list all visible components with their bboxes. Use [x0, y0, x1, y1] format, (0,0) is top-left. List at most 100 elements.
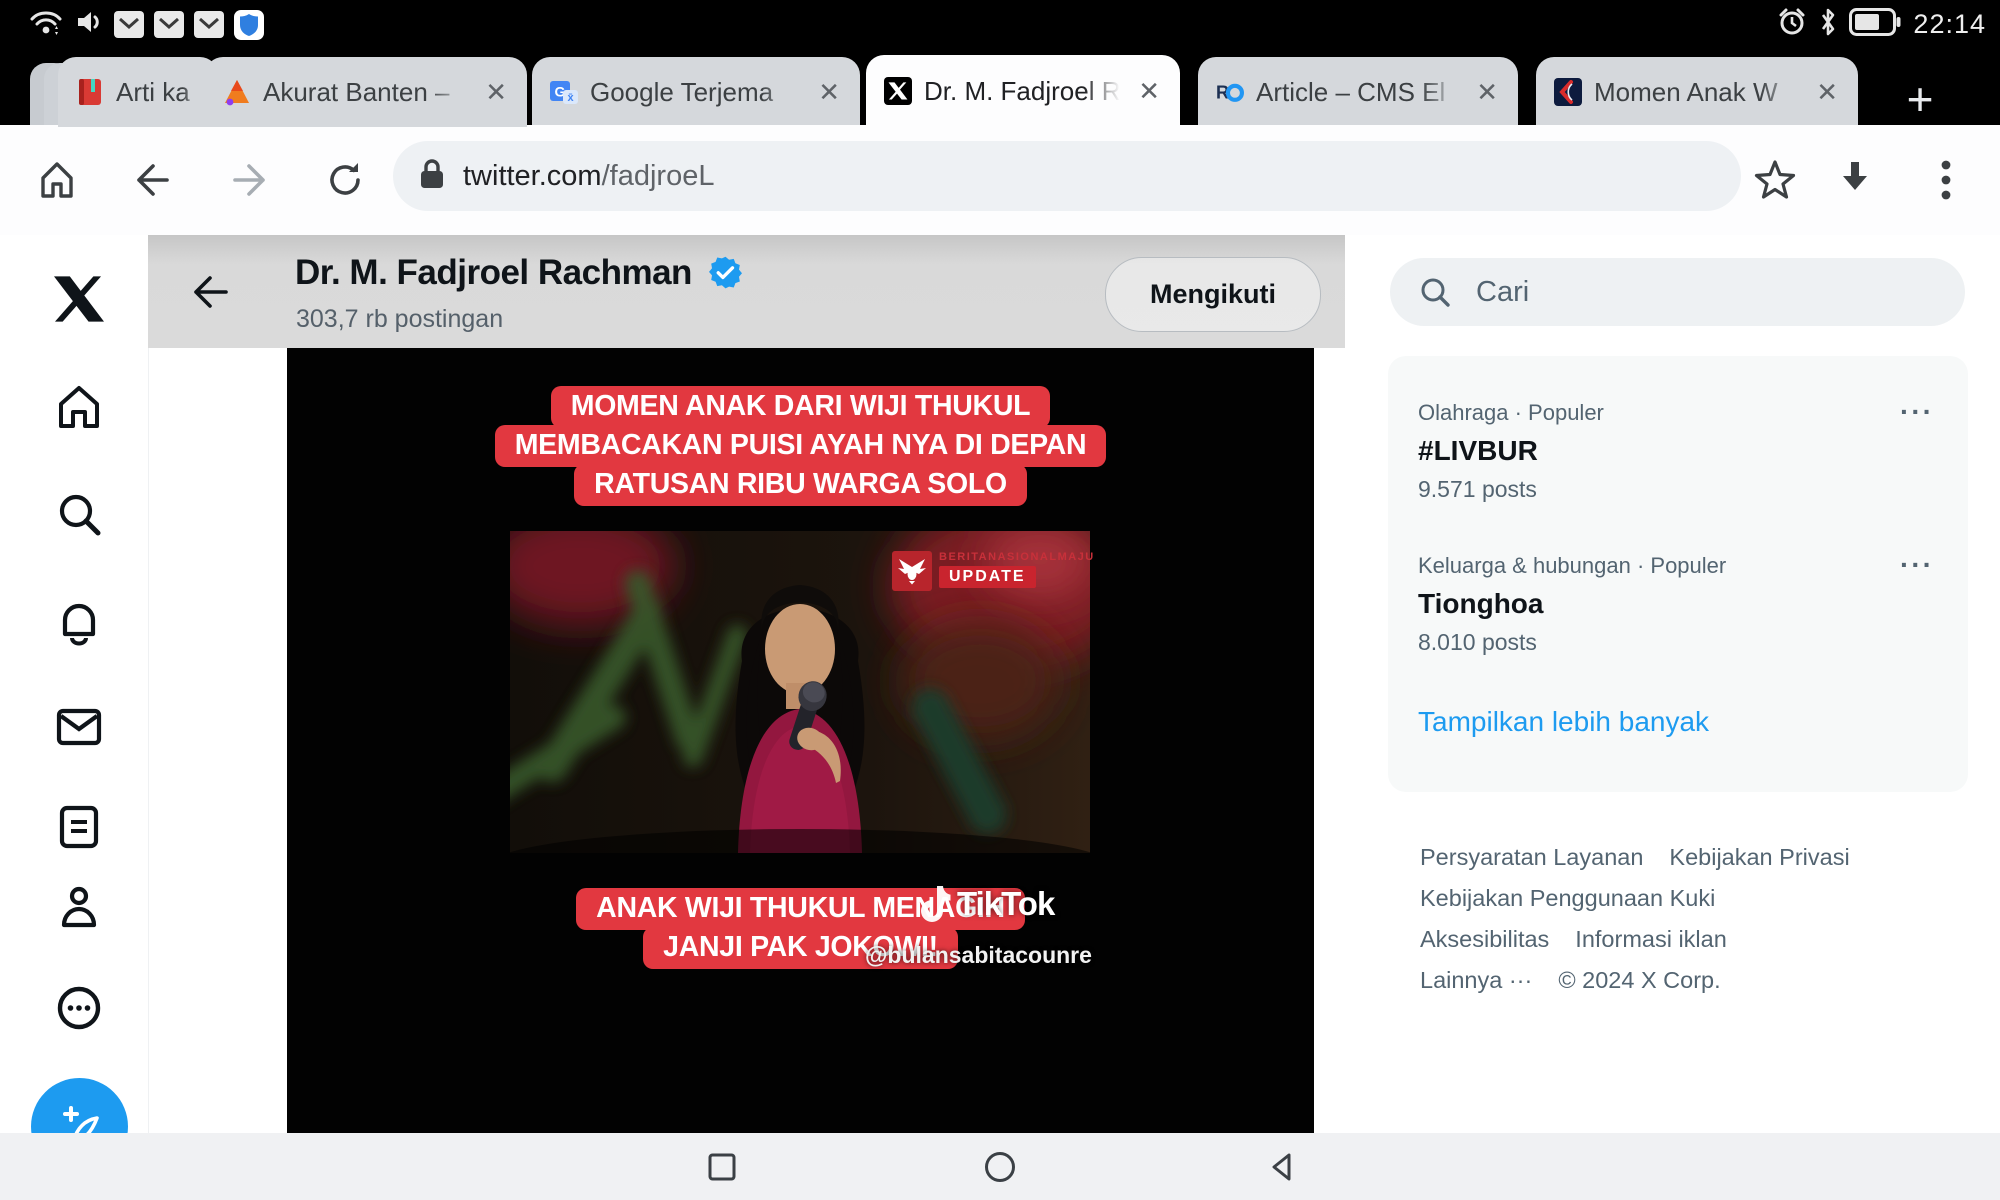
caption-line: MEMBACAKAN PUISI AYAH NYA DI DEPAN: [495, 425, 1107, 467]
verified-badge-icon: [709, 256, 742, 289]
caption-line: RATUSAN RIBU WARGA SOLO: [574, 464, 1027, 506]
x-logo-icon[interactable]: [50, 270, 108, 328]
tab-close-icon[interactable]: ✕: [483, 77, 509, 107]
back-nav-button[interactable]: [1222, 1133, 1342, 1200]
status-right-icons: 22:14: [1777, 7, 1986, 42]
dictionary-book-icon: [76, 78, 104, 106]
bookmark-star-icon[interactable]: [1740, 125, 1810, 235]
more-options-icon[interactable]: [50, 979, 108, 1037]
tiktok-wordmark: TikTok: [957, 885, 1054, 923]
tab-close-icon[interactable]: ✕: [1474, 77, 1500, 107]
search-icon: [1418, 275, 1452, 309]
tab-title: Arti ka: [116, 77, 200, 108]
download-icon[interactable]: [1820, 125, 1890, 235]
footer-line: Aksesibilitas Informasi iklan: [1420, 919, 1980, 960]
tab-article-cms[interactable]: R Article – CMS El ✕: [1198, 57, 1518, 127]
tiktok-note-icon: [917, 884, 951, 924]
home-nav-button[interactable]: [940, 1133, 1060, 1200]
notifications-bell-icon[interactable]: [50, 592, 108, 650]
url-path: /fadjroeL: [602, 160, 715, 192]
lists-icon[interactable]: [50, 798, 108, 856]
home-icon[interactable]: [22, 125, 92, 235]
volume-icon: [74, 7, 104, 42]
trend-title: #LIVBUR: [1418, 435, 1938, 467]
x-sidebar: [0, 235, 149, 1133]
alarm-icon: [1777, 7, 1807, 42]
screen: 22:14 Arti ka Akurat Banten – ✕: [0, 0, 2000, 1200]
channel-badge-text: BERITANASIONALMAJU UPDATE: [939, 551, 1095, 591]
footer-line: Kebijakan Penggunaan Kuki: [1420, 878, 1980, 919]
tab-title: Momen Anak W: [1594, 77, 1802, 108]
posts-count: 303,7 rb postingan: [296, 305, 503, 334]
tab-google-translate[interactable]: G x̄ Google Terjema ✕: [532, 57, 860, 127]
tab-title: Akurat Banten –: [263, 77, 471, 108]
show-more-link[interactable]: Tampilkan lebih banyak: [1418, 706, 1938, 738]
right-rail: Cari Olahraga · Populer #LIVBUR 9.571 po…: [1370, 235, 2000, 1133]
status-bar: 22:14: [0, 0, 2000, 45]
adguard-shield-icon: [234, 10, 264, 40]
video-caption-bottom: ANAK WIJI THUKUL MENAGIH JANJI PAK JOKOW…: [287, 891, 1314, 969]
lock-icon: [419, 158, 445, 195]
tab-title: Article – CMS El: [1256, 77, 1462, 108]
trend-item[interactable]: Olahraga · Populer #LIVBUR 9.571 posts ·…: [1418, 400, 1938, 503]
footer-link[interactable]: Informasi iklan: [1575, 926, 1727, 952]
garuda-emblem-icon: [892, 551, 932, 591]
trend-title: Tionghoa: [1418, 588, 1938, 620]
footer-line: Persyaratan Layanan Kebijakan Privasi: [1420, 837, 1980, 878]
messages-mail-icon[interactable]: [50, 697, 108, 755]
forward-icon[interactable]: [214, 125, 284, 235]
following-button[interactable]: Mengikuti: [1105, 257, 1321, 332]
tab-akurat-banten[interactable]: Akurat Banten – ✕: [205, 57, 527, 127]
svg-text:x̄: x̄: [567, 92, 574, 104]
tab-momen-anak[interactable]: Momen Anak W ✕: [1536, 57, 1858, 127]
search-input[interactable]: Cari: [1390, 258, 1965, 326]
tab-arti-kata[interactable]: Arti ka: [58, 57, 218, 127]
trend-meta: Olahraga · Populer: [1418, 400, 1938, 426]
tab-close-icon[interactable]: ✕: [1136, 76, 1162, 106]
new-tab-button[interactable]: +: [1894, 73, 1946, 125]
video-watermark: @bulansabitacounre: [865, 942, 1092, 969]
reload-icon[interactable]: [310, 125, 380, 235]
wifi-icon: [28, 7, 64, 42]
back-icon[interactable]: [118, 125, 188, 235]
footer-link[interactable]: Aksesibilitas: [1420, 926, 1549, 952]
footer-link[interactable]: Kebijakan Penggunaan Kuki: [1420, 885, 1715, 911]
profile-icon[interactable]: [50, 879, 108, 937]
url-domain: twitter.com: [463, 160, 602, 192]
back-arrow-icon[interactable]: [178, 263, 236, 321]
x-logo-icon: [884, 77, 912, 105]
trends-card: Olahraga · Populer #LIVBUR 9.571 posts ·…: [1388, 356, 1968, 792]
akurat-news-icon: [223, 78, 251, 106]
tab-close-icon[interactable]: ✕: [1814, 77, 1840, 107]
clock-time: 22:14: [1913, 9, 1986, 40]
footer-link[interactable]: Persyaratan Layanan: [1420, 844, 1643, 870]
browser-menu-icon[interactable]: [1916, 125, 1976, 235]
tab-close-icon[interactable]: ✕: [816, 77, 842, 107]
tab-title: Google Terjema: [590, 77, 804, 108]
footer-line: Lainnya ··· © 2024 X Corp.: [1420, 960, 1980, 1001]
recent-apps-button[interactable]: [662, 1133, 782, 1200]
video-caption-top: MOMEN ANAK DARI WIJI THUKUL MEMBACAKAN P…: [287, 389, 1314, 506]
trend-item[interactable]: Keluarga & hubungan · Populer Tionghoa 8…: [1418, 553, 1938, 656]
tab-fadjroel-twitter[interactable]: Dr. M. Fadjroel R ✕: [866, 55, 1180, 127]
trend-menu-icon[interactable]: ···: [1900, 549, 1934, 581]
gmail-icon: [114, 11, 144, 38]
url-text: twitter.com/fadjroeL: [463, 160, 714, 193]
profile-header: Dr. M. Fadjroel Rachman 303,7 rb posting…: [148, 235, 1345, 348]
url-bar[interactable]: twitter.com/fadjroeL: [393, 141, 1741, 211]
footer-copyright: © 2024 X Corp.: [1558, 967, 1720, 993]
channel-badge: BERITANASIONALMAJU UPDATE: [892, 551, 1095, 591]
footer-link[interactable]: Kebijakan Privasi: [1669, 844, 1849, 870]
search-nav-icon[interactable]: [50, 485, 108, 543]
video-brand-icon: [1554, 78, 1582, 106]
post-video[interactable]: MOMEN ANAK DARI WIJI THUKUL MEMBACAKAN P…: [287, 348, 1314, 1133]
gmail-icon: [154, 11, 184, 38]
trend-menu-icon[interactable]: ···: [1900, 396, 1934, 428]
footer-link[interactable]: Lainnya ···: [1420, 967, 1532, 993]
google-translate-icon: G x̄: [550, 78, 578, 106]
rail-footer: Persyaratan Layanan Kebijakan Privasi Keb…: [1420, 837, 1980, 1001]
profile-name-text: Dr. M. Fadjroel Rachman: [295, 253, 692, 292]
trend-posts: 8.010 posts: [1418, 629, 1938, 656]
home-nav-icon[interactable]: [50, 378, 108, 436]
tab-strip: Arti ka Akurat Banten – ✕ G x̄ Google Te…: [0, 45, 2000, 125]
